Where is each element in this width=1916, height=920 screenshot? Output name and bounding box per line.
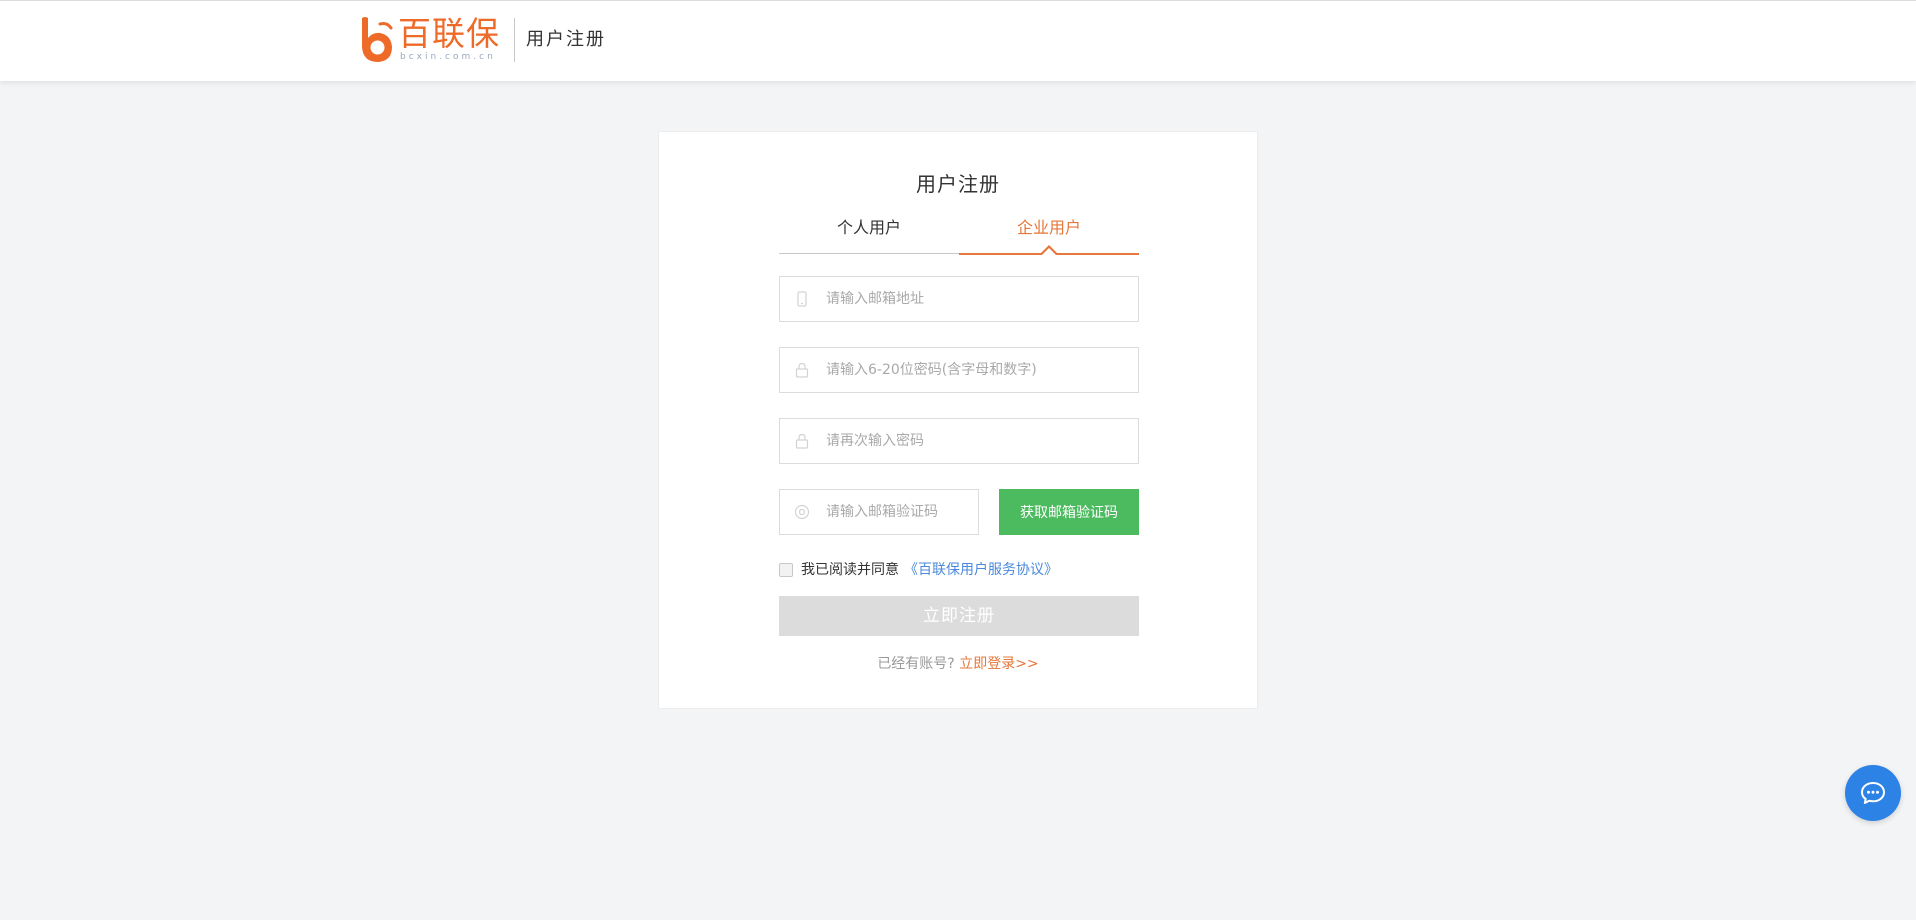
register-button[interactable]: 立即注册: [779, 596, 1139, 636]
header-title: 用户注册: [526, 29, 606, 50]
confirm-password-input[interactable]: [824, 419, 1124, 463]
register-title: 用户注册: [916, 172, 1000, 196]
login-prompt-row: 已经有账号? 立即登录>>: [659, 654, 1257, 674]
agreement-text: 我已阅读并同意: [801, 562, 899, 578]
active-tab-caret: [1039, 245, 1059, 256]
shield-icon: [794, 504, 810, 520]
password-input[interactable]: [824, 348, 1124, 392]
brand-logo[interactable]: 百联保 bcxin.com.cn: [358, 14, 500, 66]
password-field: [779, 347, 1139, 393]
chat-bubble-icon: [1861, 782, 1885, 804]
logo-text: 百联保: [398, 14, 500, 53]
tab-business-user[interactable]: 企业用户: [959, 212, 1139, 256]
confirm-password-field: [779, 418, 1139, 464]
get-email-code-button[interactable]: 获取邮箱验证码: [999, 489, 1139, 535]
agreement-checkbox[interactable]: [779, 563, 793, 577]
logo-b-icon: [362, 17, 393, 62]
login-link[interactable]: 立即登录>>: [959, 656, 1038, 672]
email-input[interactable]: [824, 277, 1124, 321]
email-code-input[interactable]: [824, 490, 969, 534]
user-type-tabs: 个人用户 企业用户: [779, 212, 1139, 256]
register-card: 用户注册 个人用户 企业用户 获取邮箱: [658, 131, 1258, 709]
login-prompt-text: 已经有账号?: [877, 656, 955, 672]
email-field: [779, 276, 1139, 322]
phone-icon: [797, 291, 807, 307]
logo-domain: bcxin.com.cn: [400, 52, 496, 62]
service-agreement-link[interactable]: 《百联保用户服务协议》: [904, 561, 1058, 579]
top-header: 百联保 bcxin.com.cn 用户注册: [0, 0, 1916, 81]
lock-icon: [795, 433, 809, 449]
tab-business-label: 企业用户: [1016, 218, 1081, 237]
email-code-field: [779, 489, 979, 535]
chat-button[interactable]: [1845, 765, 1901, 821]
tab-personal-user[interactable]: 个人用户: [779, 212, 959, 254]
lock-icon: [795, 362, 809, 378]
header-divider: [514, 18, 515, 62]
